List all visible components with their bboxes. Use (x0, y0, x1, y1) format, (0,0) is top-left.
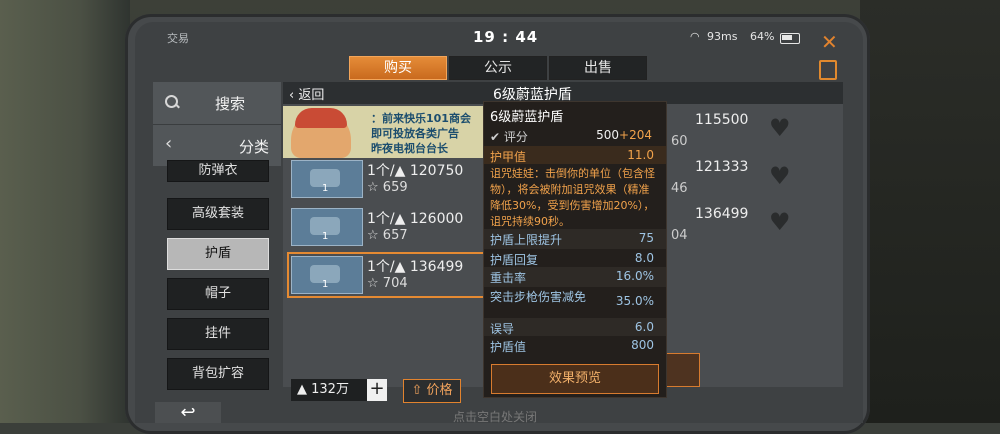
tooltip-stat: 护盾上限提升 75 (484, 229, 666, 249)
tooltip-stat: 护盾值 800 (490, 338, 654, 354)
battery-icon (780, 33, 800, 44)
favorite-icon[interactable]: ♥ (769, 208, 791, 236)
effect-preview-button[interactable]: 效果预览 (491, 364, 659, 394)
tooltip-stat: 突击步枪伤害减免 35.0% (490, 290, 654, 308)
wifi-icon: ◠ (690, 30, 700, 43)
sort-up-icon: ⇧ (411, 383, 423, 398)
level-badge: 1 (322, 279, 329, 290)
tooltip-score: ✔ 评分 500+204 (490, 128, 652, 144)
rating-icon: ☆ (367, 228, 383, 243)
category-item-hat[interactable]: 帽子 (167, 278, 269, 310)
right-listing-price: 115500 (695, 112, 749, 128)
right-listing-price: 121333 (695, 159, 749, 175)
tooltip-armor: 护甲值 11.0 (484, 146, 666, 164)
level-badge: 1 (322, 183, 329, 194)
left-panel-top: 搜索 ‹ 分类 (153, 82, 281, 166)
level-badge: 1 (322, 231, 329, 242)
currency-icon: ▲ (394, 259, 410, 275)
search-button[interactable]: 搜索 (153, 82, 281, 125)
background-right (860, 0, 1000, 423)
status-ping: 93ms (707, 30, 738, 43)
mascot-image (291, 108, 351, 158)
back-button[interactable]: ↩ (155, 402, 221, 423)
favorite-icon[interactable]: ♥ (769, 114, 791, 142)
tooltip-title: 6级蔚蓝护盾 (490, 110, 564, 125)
return-label: 返回 (298, 88, 325, 103)
rating-icon: ☆ (367, 276, 383, 291)
status-time: 19 : 44 (473, 28, 539, 46)
close-hint: 点击空白处关闭 (453, 410, 538, 423)
listing-row[interactable]: 1 1个/▲ 120750 ☆ 659 (289, 158, 484, 200)
banner-line: ：前来快乐101商会 (371, 112, 471, 125)
listing-price: 1个/▲ 136499 (367, 259, 464, 275)
chevron-left-icon: ‹ (165, 133, 173, 154)
tab-sell[interactable]: 出售 (549, 56, 647, 80)
tooltip-stat: 误导 6.0 (484, 318, 666, 336)
banner-line: 即可投放各类广告 (371, 127, 459, 140)
category-item-armor[interactable]: 防弹衣 (167, 160, 269, 182)
return-link[interactable]: ‹ 返回 (289, 84, 324, 103)
add-money-button[interactable]: + (367, 379, 387, 401)
right-listing-rating: 04 (671, 228, 688, 243)
ad-banner[interactable]: ：前来快乐101商会 即可投放各类广告 昨夜电视台台长 (283, 106, 483, 158)
listing-row-selected[interactable]: 1 1个/▲ 136499 ☆ 704 (287, 252, 486, 298)
category-item-backpack[interactable]: 背包扩容 (167, 358, 269, 390)
category-item-pendant[interactable]: 挂件 (167, 318, 269, 350)
tooltip-description: 诅咒娃娃：击倒你的单位（包含怪物），将会被附加诅咒效果（精准降低30%，受到伤害… (490, 167, 655, 228)
shield-thumbnail: 1 (291, 256, 363, 294)
currency-icon: ▲ (394, 163, 410, 179)
category-label: 分类 (239, 138, 270, 156)
listing-price: 1个/▲ 120750 (367, 163, 464, 179)
listing-price: 1个/▲ 126000 (367, 211, 464, 227)
item-tooltip: 6级蔚蓝护盾 ✔ 评分 500+204 护甲值 11.0 诅咒娃娃：击倒你的单位… (483, 101, 667, 398)
listing-row[interactable]: 1 1个/▲ 126000 ☆ 657 (289, 206, 484, 248)
listing-rating: ☆ 704 (367, 276, 408, 291)
currency-icon: ▲ (297, 382, 312, 397)
search-icon (165, 95, 178, 108)
category-item-suit[interactable]: 高级套装 (167, 198, 269, 230)
rating-icon: ☆ (367, 180, 383, 195)
score-icon: ✔ (490, 130, 504, 144)
shield-thumbnail: 1 (291, 160, 363, 198)
tooltip-stat: 护盾回复 8.0 (490, 251, 654, 267)
category-item-shield[interactable]: 护盾 (167, 238, 269, 270)
status-bar: 交易 19 : 44 ◠ 93ms 64% ✕ (135, 28, 863, 52)
currency-icon: ▲ (394, 211, 410, 227)
banner-line: 昨夜电视台台长 (371, 142, 448, 155)
status-battery: 64% (750, 30, 775, 43)
tooltip-stat: 重击率 16.0% (484, 267, 666, 287)
favorite-icon[interactable]: ♥ (769, 162, 791, 190)
close-icon[interactable]: ✕ (821, 32, 838, 52)
listing-rating: ☆ 657 (367, 228, 408, 243)
sort-price-button[interactable]: ⇧ 价格 (403, 379, 461, 403)
status-app-name: 交易 (167, 32, 189, 45)
listing-rating: ☆ 659 (367, 180, 408, 195)
right-listing-rating: 46 (671, 181, 688, 196)
shield-thumbnail: 1 (291, 208, 363, 246)
right-listing-price: 136499 (695, 206, 749, 222)
tab-buy[interactable]: 购买 (349, 56, 447, 80)
search-label: 搜索 (215, 95, 246, 113)
tab-public[interactable]: 公示 (449, 56, 547, 80)
right-listing-rating: 60 (671, 134, 688, 149)
money-display: ▲ 132万 (291, 379, 367, 401)
record-icon[interactable] (819, 60, 837, 80)
